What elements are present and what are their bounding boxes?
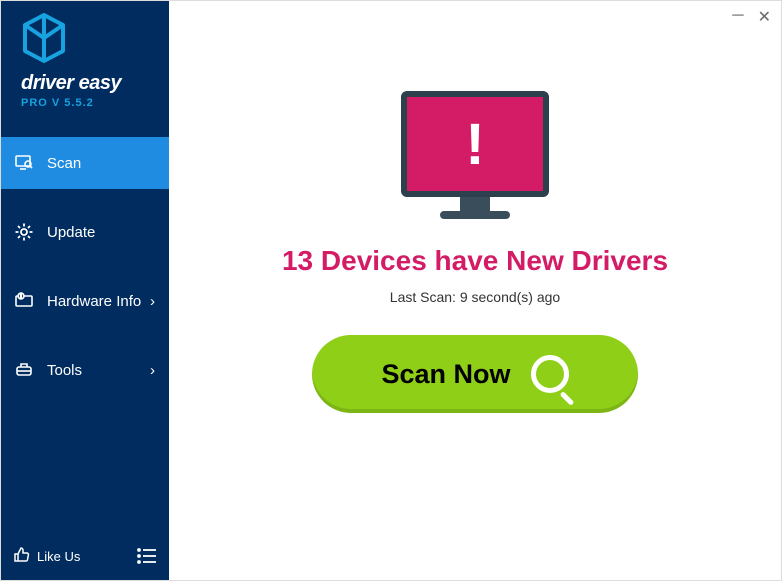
sidebar-item-tools[interactable]: Tools ›: [1, 344, 169, 396]
sidebar-item-label: Update: [47, 224, 95, 241]
sidebar-item-label: Hardware Info: [47, 293, 141, 310]
thumbs-up-icon: [13, 546, 31, 567]
sidebar-item-scan[interactable]: Scan: [1, 137, 169, 189]
menu-button[interactable]: [131, 540, 163, 572]
last-scan-label: Last Scan: 9 second(s) ago: [390, 289, 560, 305]
nav: Scan Update i Hardware Info ›: [1, 137, 169, 532]
monitor-alert-icon: !: [401, 91, 549, 219]
sidebar-item-label: Scan: [47, 155, 81, 172]
minimize-button[interactable]: ─: [732, 7, 743, 27]
chevron-right-icon: ›: [150, 362, 155, 379]
cube-logo-icon: [21, 13, 149, 68]
close-button[interactable]: ✕: [758, 7, 771, 27]
version-label: PRO V 5.5.2: [21, 97, 149, 109]
scan-now-button[interactable]: Scan Now: [312, 335, 638, 413]
like-us-button[interactable]: Like Us: [7, 542, 86, 571]
tools-icon: [15, 361, 33, 379]
scan-icon: [15, 154, 33, 172]
magnifier-icon: [531, 355, 569, 393]
scan-now-label: Scan Now: [381, 359, 510, 390]
update-icon: [15, 223, 33, 241]
chevron-right-icon: ›: [150, 293, 155, 310]
window-controls: ─ ✕: [732, 7, 771, 27]
sidebar: driver easy PRO V 5.5.2 Scan Update i: [1, 1, 169, 580]
sidebar-item-hardware-info[interactable]: i Hardware Info ›: [1, 275, 169, 327]
like-us-label: Like Us: [37, 549, 80, 564]
sidebar-item-label: Tools: [47, 362, 82, 379]
hardware-info-icon: i: [15, 292, 33, 310]
bottom-bar: Like Us: [1, 532, 169, 580]
sidebar-item-update[interactable]: Update: [1, 206, 169, 258]
scan-result-headline: 13 Devices have New Drivers: [282, 245, 668, 277]
main-panel: ─ ✕ ! 13 Devices have New Drivers Last S…: [169, 1, 781, 580]
brand-name: driver easy: [21, 72, 149, 95]
logo-block: driver easy PRO V 5.5.2: [1, 1, 169, 117]
